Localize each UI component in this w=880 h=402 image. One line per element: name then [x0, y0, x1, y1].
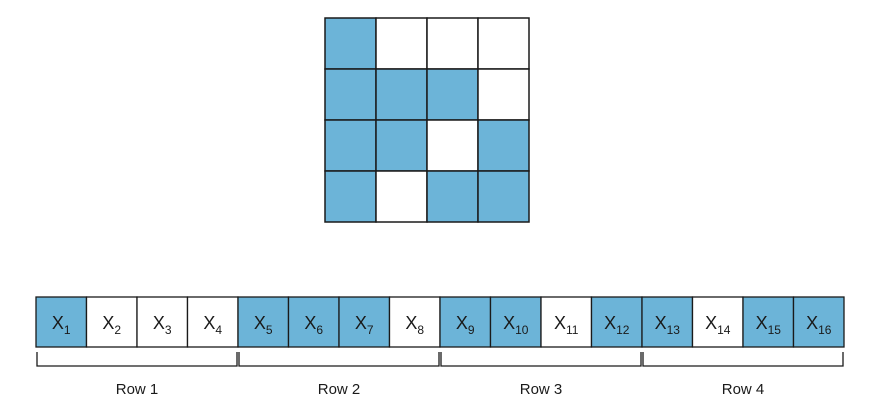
grid-cell-r4-c1: [324, 170, 377, 223]
grid-cell-r1-c2: [375, 17, 428, 70]
vector-cell-15: X15: [742, 296, 795, 348]
vector-cell-5: X5: [237, 296, 290, 348]
grid-cell-r1-c1: [324, 17, 377, 70]
vector-cell-7: X7: [338, 296, 391, 348]
flattened-vector: X1 X2 X3 X4 X5 X6 X7 X8 X9 X10 X11 X12 X13 X14 X15 X16: [35, 296, 845, 348]
grid-cell-r2-c4: [477, 68, 530, 121]
vector-cell-6: X6: [287, 296, 340, 348]
row-bracket-4: Row 4: [642, 352, 844, 398]
vector-cell-12: X12: [590, 296, 643, 348]
grid-cell-r3-c1: [324, 119, 377, 172]
vector-cell-10: X10: [489, 296, 542, 348]
row-group-brackets: Row 1 Row 2 Row 3 Row 4: [36, 352, 844, 398]
vector-cell-11: X11: [540, 296, 593, 348]
grid-cell-r4-c2: [375, 170, 428, 223]
grid-cell-r2-c2: [375, 68, 428, 121]
row-bracket-2: Row 2: [238, 352, 440, 398]
grid-cell-r1-c4: [477, 17, 530, 70]
grid-cell-r2-c1: [324, 68, 377, 121]
vector-cell-16: X16: [792, 296, 845, 348]
grid-cell-r3-c3: [426, 119, 479, 172]
grid-cell-r3-c2: [375, 119, 428, 172]
row-bracket-1: Row 1: [36, 352, 238, 398]
row-label-3: Row 3: [520, 381, 563, 398]
vector-cell-14: X14: [691, 296, 744, 348]
vector-cell-8: X8: [388, 296, 441, 348]
grid-cell-r1-c3: [426, 17, 479, 70]
vector-cell-2: X2: [85, 296, 138, 348]
row-label-2: Row 2: [318, 381, 361, 398]
vector-cell-13: X13: [641, 296, 694, 348]
grid-cell-r3-c4: [477, 119, 530, 172]
grid-cell-r4-c3: [426, 170, 479, 223]
grid-cell-r2-c3: [426, 68, 479, 121]
vector-cell-1: X1: [35, 296, 88, 348]
vector-cell-3: X3: [136, 296, 189, 348]
row-label-4: Row 4: [722, 381, 765, 398]
row-label-1: Row 1: [116, 381, 159, 398]
vector-cell-4: X4: [186, 296, 239, 348]
grid-flattening-diagram: X1 X2 X3 X4 X5 X6 X7 X8 X9 X10 X11 X12 X13 X14 X15 X16 …: [35, 17, 845, 398]
grid-cell-r4-c4: [477, 170, 530, 223]
vector-cell-9: X9: [439, 296, 492, 348]
row-bracket-3: Row 3: [440, 352, 642, 398]
pixel-grid: [324, 17, 530, 223]
